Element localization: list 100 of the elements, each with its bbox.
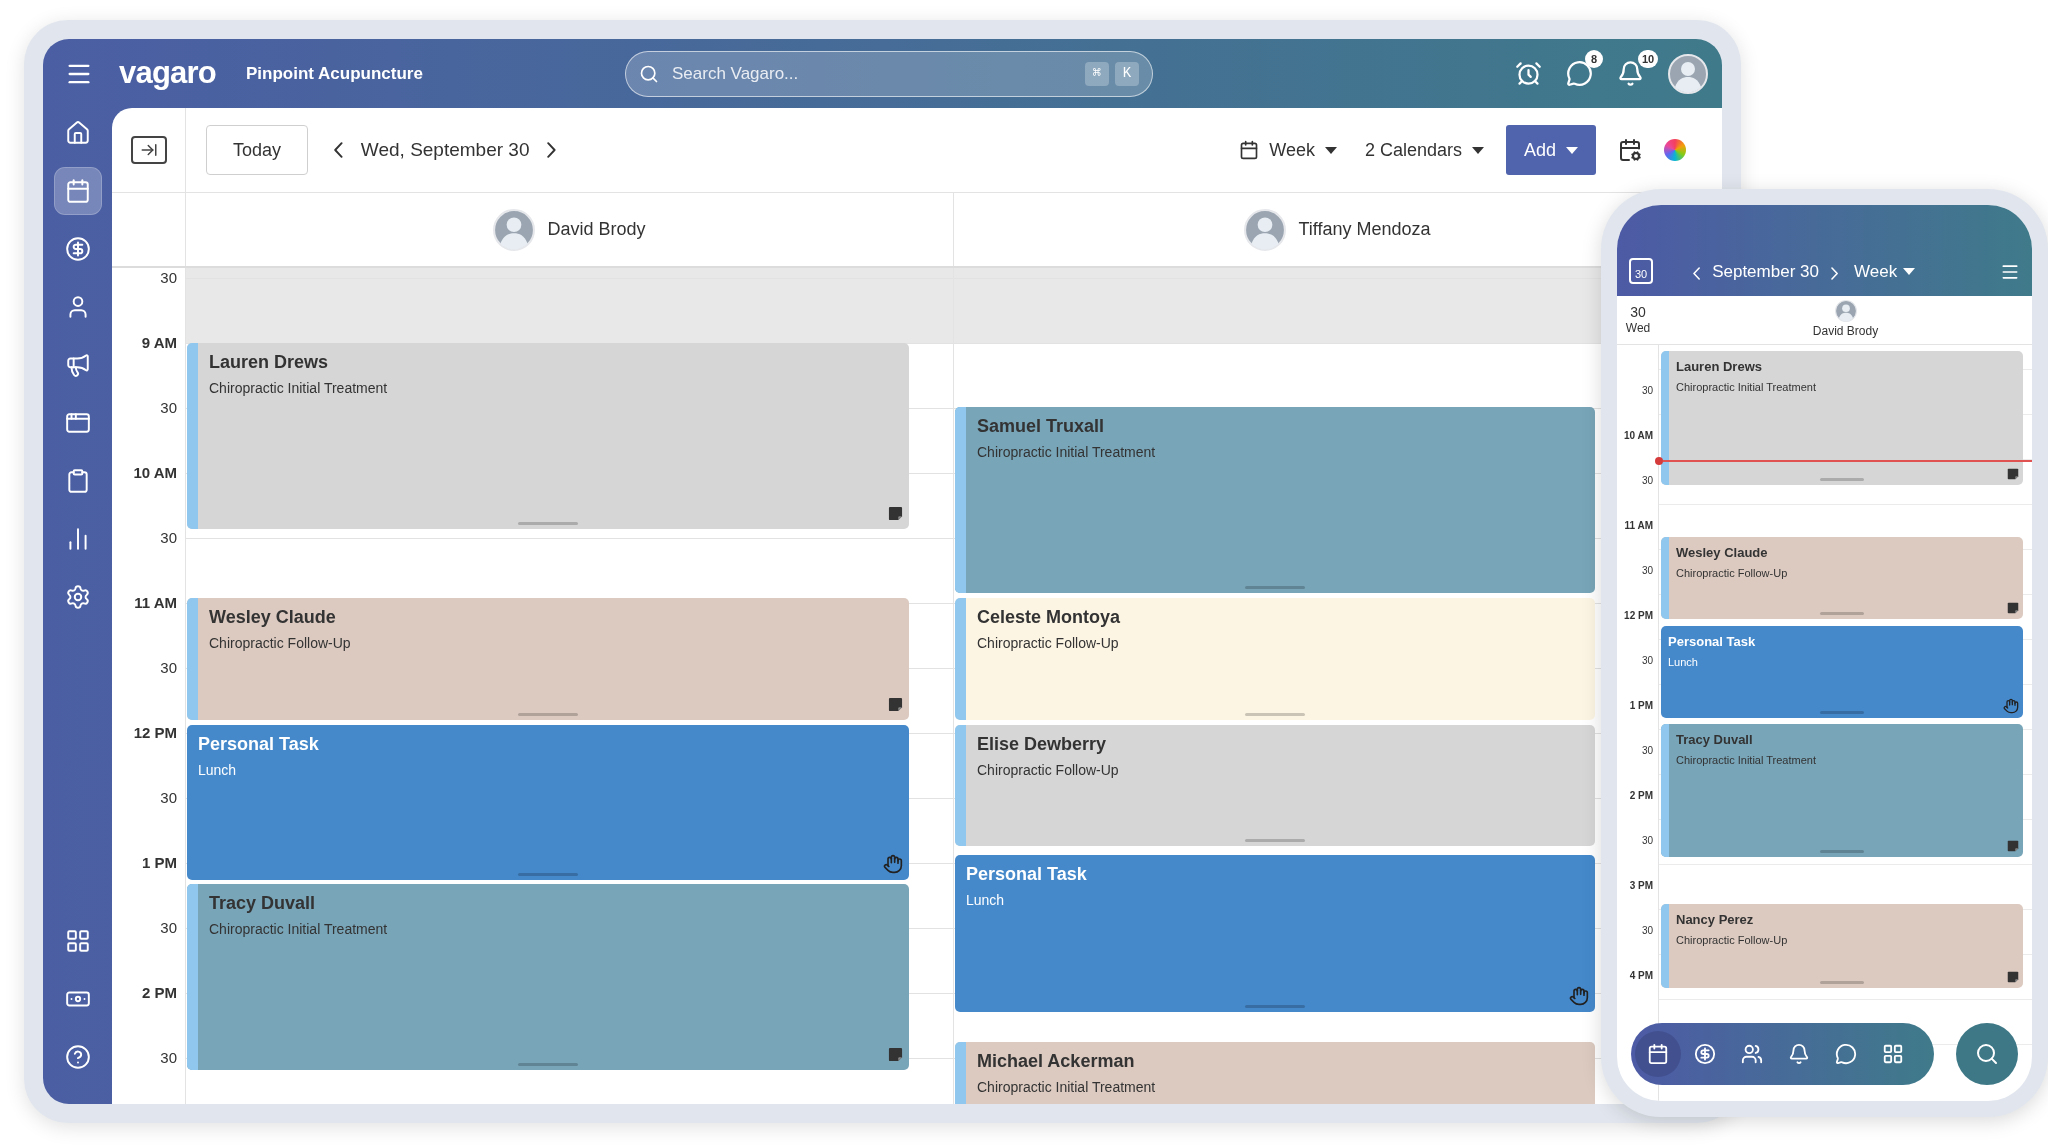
menu-button[interactable] [2000, 262, 2020, 282]
appointment-block[interactable]: Tracy Duvall Chiropractic Initial Treatment [187, 884, 909, 1070]
drag-handle[interactable] [1245, 839, 1305, 842]
time-label: 30 [160, 789, 177, 807]
drag-handle[interactable] [1820, 981, 1864, 984]
time-label: 30 [1641, 745, 1653, 757]
shortcut-key: ⌘ [1084, 61, 1109, 86]
drag-handle[interactable] [518, 713, 578, 716]
task-block[interactable]: Personal Task Lunch [1661, 626, 2023, 718]
appointment-block[interactable]: Samuel Truxall Chiropractic Initial Treatment [955, 407, 1595, 593]
drag-handle[interactable] [1820, 478, 1864, 481]
time-label: 30 [1641, 385, 1653, 397]
event-service: Chiropractic Initial Treatment [977, 1078, 1156, 1097]
time-label: 30 [160, 529, 177, 547]
time-label: 4 PM [1629, 970, 1653, 982]
time-label: 3 PM [1629, 880, 1653, 892]
drag-handle[interactable] [518, 522, 578, 525]
sidebar-item[interactable] [54, 168, 101, 214]
next-button[interactable] [547, 142, 557, 158]
appointment-block[interactable]: Tracy Duvall Chiropractic Initial Treatment [1661, 724, 2023, 857]
drag-handle[interactable] [1245, 713, 1305, 716]
calendar-settings-button[interactable] [1618, 138, 1642, 162]
shortcut-key: K [1114, 61, 1139, 86]
chevron-left-icon [1693, 267, 1701, 280]
caret-icon [1471, 146, 1484, 154]
drag-handle[interactable] [1245, 586, 1305, 589]
messages-button[interactable] [1566, 60, 1593, 87]
help-icon [64, 1044, 91, 1070]
previous-button[interactable] [334, 142, 343, 158]
calendar-icon [1239, 140, 1260, 160]
event-service: Lunch [198, 761, 238, 780]
view-dropdown[interactable]: Week [1854, 258, 1916, 284]
time-label: 30 [1641, 565, 1653, 577]
drag-handle[interactable] [518, 1063, 578, 1066]
appointment-block[interactable]: Wesley Claude Chiropractic Follow-Up [187, 598, 909, 720]
task-block[interactable]: Personal Task Lunch [187, 725, 909, 880]
hand-icon [883, 854, 903, 874]
weekday: Wed [1625, 321, 1651, 337]
chat-icon [1566, 60, 1593, 87]
calendars-dropdown[interactable]: 2 Calendars [1364, 136, 1484, 164]
sidebar-toggle-button[interactable] [130, 136, 167, 164]
task-block[interactable]: Personal Task Lunch [955, 855, 1595, 1012]
time-label: 11 AM [134, 594, 177, 612]
event-title: Celeste Montoya [977, 606, 1121, 629]
nav-item[interactable] [1635, 1031, 1681, 1077]
today-button[interactable]: Today [206, 125, 309, 175]
event-service: Chiropractic Follow-Up [209, 634, 351, 653]
event-title: Samuel Truxall [977, 415, 1106, 438]
date-icon: 30 [1629, 258, 1653, 284]
drag-handle[interactable] [1245, 1005, 1305, 1008]
event-service: Chiropractic Initial Treatment [977, 443, 1156, 462]
event-title: Lauren Drews [1676, 358, 1763, 376]
event-service: Chiropractic Initial Treatment [209, 920, 388, 939]
event-service: Lunch [966, 891, 1006, 910]
appointment-block[interactable]: Wesley Claude Chiropractic Follow-Up [1661, 537, 2023, 619]
drag-handle[interactable] [1820, 711, 1864, 714]
event-title: Lauren Drews [209, 351, 330, 374]
time-label: 30 [160, 919, 177, 937]
chat-icon [1835, 1043, 1857, 1065]
view-dropdown[interactable]: Week [1239, 136, 1337, 164]
chevron-left-icon [334, 142, 343, 158]
profile-button[interactable] [1668, 53, 1708, 94]
appointment-block[interactable]: Lauren Drews Chiropractic Initial Treatment [1661, 351, 2023, 485]
time-label: 2 PM [142, 984, 177, 1002]
bell-icon [1788, 1043, 1810, 1065]
add-button[interactable]: Add [1505, 125, 1596, 175]
people-icon [1741, 1043, 1763, 1065]
chevron-right-icon [547, 142, 557, 158]
event-service: Chiropractic Follow-Up [977, 634, 1120, 653]
avatar-icon [1668, 53, 1708, 94]
appointment-block[interactable]: Celeste Montoya Chiropractic Follow-Up [955, 598, 1595, 720]
appointment-block[interactable]: Lauren Drews Chiropractic Initial Treatment [187, 343, 909, 529]
event-title: Personal Task [966, 863, 1087, 886]
drag-handle[interactable] [518, 873, 578, 876]
time-label: 30 [1641, 925, 1653, 937]
drag-handle[interactable] [1820, 612, 1864, 615]
grid-icon [1882, 1043, 1904, 1065]
appointment-block[interactable]: Michael Ackerman Chiropractic Initial Treatment [955, 1042, 1595, 1104]
time-label: 1 PM [1629, 700, 1653, 712]
alarm-button[interactable] [1515, 60, 1542, 87]
appointment-block[interactable]: Nancy Perez Chiropractic Follow-Up [1661, 904, 2023, 988]
avatar-icon [493, 208, 536, 251]
event-title: Nancy Perez [1676, 911, 1755, 929]
arrow-icon [139, 141, 158, 159]
logo: vagaro [119, 54, 216, 93]
drag-handle[interactable] [1820, 850, 1864, 853]
day-number: 30 [1630, 303, 1646, 322]
time-label: 9 AM [141, 334, 177, 352]
caret-icon [1566, 146, 1578, 154]
search-icon [1975, 1042, 1999, 1066]
search-icon [638, 63, 659, 84]
appointment-block[interactable]: Elise Dewberry Chiropractic Follow-Up [955, 725, 1595, 846]
event-title: Elise Dewberry [977, 733, 1108, 756]
color-picker-button[interactable] [1664, 139, 1686, 161]
settings-icon [64, 584, 91, 610]
event-service: Chiropractic Follow-Up [1676, 565, 1788, 581]
notifications-button[interactable] [1617, 60, 1644, 87]
event-service: Chiropractic Follow-Up [977, 761, 1119, 780]
time-label: 10 AM [1623, 430, 1653, 442]
time-label: 30 [1641, 835, 1653, 847]
